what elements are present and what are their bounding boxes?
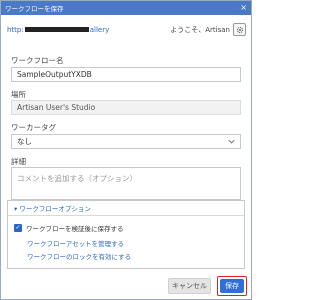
server-url-prefix: http: [7,25,24,34]
dialog-titlebar: ワークフローを保存 × [1,1,251,15]
worker-tag-value: なし [17,137,32,146]
worker-tag-label: ワーカータグ [11,123,56,132]
server-url-suffix: allery [89,25,110,34]
save-button-highlight: 保存 [217,276,247,296]
server-row: http: allery ようこそ、Artisan [7,23,246,36]
dialog-title: ワークフローを保存 [5,5,64,13]
validate-checkbox[interactable]: ✓ [14,224,22,232]
worker-tag-select[interactable]: なし [11,134,241,149]
details-textarea[interactable]: コメントを追加する（オプション） [11,167,241,200]
close-icon[interactable]: × [240,4,247,12]
workflow-options-header: ▾ ワークフローオプション [14,205,91,213]
redacted-block [24,27,89,32]
chevron-down-icon [228,138,235,146]
workflow-options-panel: ▾ ワークフローオプション ✓ ワークフローを検証後に保存する ワークフローアセ… [7,200,245,269]
workflow-name-input[interactable]: SampleOutputYXDB [11,67,241,82]
gear-icon[interactable] [233,23,246,36]
cancel-button[interactable]: キャンセル [168,278,211,294]
workflow-name-value: SampleOutputYXDB [17,70,92,79]
enable-lock-link[interactable]: ワークフローのロックを有効にする [27,251,131,261]
location-field: Artisan User's Studio [11,100,241,115]
details-label: 詳細 [11,157,26,166]
save-button[interactable]: 保存 [220,279,244,293]
server-url-link[interactable]: http: allery [7,26,109,34]
welcome-text: ようこそ、Artisan [170,25,230,34]
location-label: 場所 [11,90,26,99]
validate-checkbox-label: ワークフローを検証後に保存する [26,225,124,233]
user-welcome: ようこそ、Artisan [170,23,246,36]
validate-before-save-row[interactable]: ✓ ワークフローを検証後に保存する [14,223,124,233]
manage-assets-link[interactable]: ワークフローアセットを管理する [27,238,124,248]
details-placeholder: コメントを追加する（オプション） [17,174,137,183]
location-value: Artisan User's Studio [17,103,96,112]
workflow-options-toggle[interactable]: ▾ ワークフローオプション [8,201,244,216]
save-workflow-dialog: ワークフローを保存 × http: allery ようこそ、Artisan ワー… [0,0,252,300]
workflow-name-label: ワークフロー名 [11,56,64,65]
